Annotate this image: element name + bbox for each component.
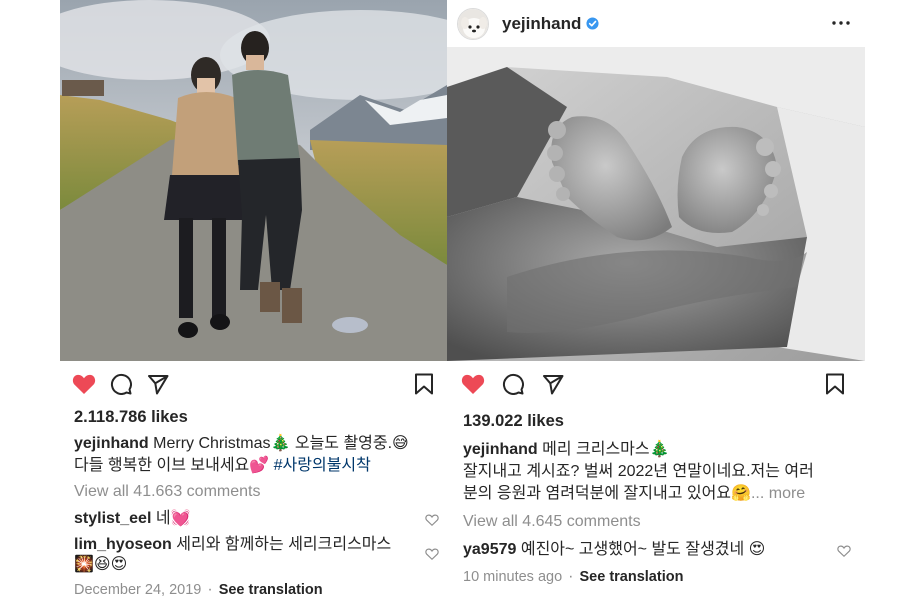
more-dots-icon — [832, 21, 850, 25]
caption-text: Merry Christmas🎄 오늘도 촬영중.😅 — [153, 435, 409, 452]
caption-hashtag[interactable]: #사랑의불시착 — [274, 457, 371, 474]
right-action-bar — [447, 370, 865, 400]
comment-bubble-icon — [110, 373, 132, 395]
left-post: 2.118.786 likes yejinhand Merry Christma… — [60, 0, 447, 600]
paper-plane-icon — [543, 375, 564, 395]
comment-like-button[interactable] — [425, 513, 439, 527]
comment-like-button[interactable] — [425, 547, 439, 561]
comment-text: 예진아~ 고생했어~ 발도 잘생겼네 😍 — [520, 541, 766, 558]
share-button[interactable] — [144, 370, 172, 398]
post-meta: December 24, 2019 · See translation — [74, 580, 323, 600]
comment-emoji-line: 🎇😆😍 — [74, 556, 128, 573]
post-date: December 24, 2019 — [74, 582, 202, 598]
dog-avatar-icon — [458, 8, 488, 39]
caption-username[interactable]: yejinhand — [74, 435, 149, 452]
caption-username[interactable]: yejinhand — [463, 441, 538, 458]
post-time: 10 minutes ago — [463, 569, 563, 585]
more-link[interactable]: ... more — [751, 485, 805, 502]
separator-dot: · — [207, 581, 213, 598]
more-options-button[interactable] — [829, 11, 853, 35]
post-header: yejinhand — [447, 0, 865, 47]
likes-count[interactable]: 139.022 likes — [463, 411, 564, 431]
heart-outline-icon — [837, 545, 851, 558]
save-button[interactable] — [821, 370, 849, 398]
heart-outline-icon — [425, 514, 439, 527]
caption-line-2: 다들 행복한 이브 보내세요💕 #사랑의불시착 — [74, 456, 371, 476]
bookmark-icon — [415, 373, 433, 395]
header-username-text[interactable]: yejinhand — [502, 14, 581, 34]
comment-text: 네💓 — [155, 510, 191, 527]
couple-mountain-photo[interactable] — [60, 0, 447, 361]
heart-outline-icon — [425, 548, 439, 561]
left-action-bar — [60, 370, 447, 400]
caption-text-3: 분의 응원과 염려덕분에 잘지내고 있어요🤗 — [463, 485, 751, 502]
caption-line-3: 분의 응원과 염려덕분에 잘지내고 있어요🤗... more — [463, 484, 805, 504]
baby-feet-image — [447, 47, 865, 361]
comment-text: 세리와 함께하는 세리크리스마스 — [176, 536, 392, 553]
view-all-comments-link[interactable]: View all 4.645 comments — [463, 512, 641, 532]
comment-username[interactable]: lim_hyoseon — [74, 536, 172, 553]
share-button[interactable] — [539, 370, 567, 398]
comment-username[interactable]: stylist_eel — [74, 510, 151, 527]
save-button[interactable] — [410, 370, 438, 398]
comment-row: lim_hyoseon 세리와 함께하는 세리크리스마스 — [74, 535, 391, 555]
see-translation-link[interactable]: See translation — [579, 569, 683, 585]
comment-bubble-icon — [502, 373, 524, 395]
comment-like-button[interactable] — [837, 544, 851, 558]
bookmark-icon — [826, 373, 844, 395]
view-all-comments-link[interactable]: View all 41.663 comments — [74, 482, 260, 502]
caption-text-2: 다들 행복한 이브 보내세요💕 — [74, 457, 270, 474]
paper-plane-icon — [148, 375, 169, 395]
separator-dot: · — [568, 568, 574, 585]
see-translation-link[interactable]: See translation — [219, 582, 323, 598]
caption-line-1: yejinhand 메리 크리스마스🎄 — [463, 440, 670, 460]
couple-mountain-image — [60, 0, 447, 361]
like-button[interactable] — [459, 370, 487, 398]
likes-count[interactable]: 2.118.786 likes — [74, 407, 188, 427]
comment-button[interactable] — [107, 370, 135, 398]
avatar[interactable] — [457, 7, 489, 40]
like-button[interactable] — [70, 370, 98, 398]
comment-button[interactable] — [499, 370, 527, 398]
comment-row: stylist_eel 네💓 — [74, 509, 191, 529]
heart-filled-icon — [461, 374, 485, 394]
right-post: yejinhand 139.022 likes yejinhand 메리 크리스… — [447, 0, 865, 600]
comment-row: ya9579 예진아~ 고생했어~ 발도 잘생겼네 😍 — [463, 540, 765, 560]
baby-feet-photo[interactable] — [447, 47, 865, 361]
caption-line-1: yejinhand Merry Christmas🎄 오늘도 촬영중.😅 — [74, 434, 409, 454]
heart-filled-icon — [72, 374, 96, 394]
post-meta: 10 minutes ago · See translation — [463, 567, 683, 587]
caption-line-2: 잘지내고 계시죠? 벌써 2022년 연말이네요.저는 여러 — [463, 463, 814, 480]
verified-badge-icon — [586, 17, 599, 30]
caption-text: 메리 크리스마스🎄 — [542, 441, 670, 458]
header-username[interactable]: yejinhand — [502, 14, 599, 34]
comment-username[interactable]: ya9579 — [463, 541, 516, 558]
